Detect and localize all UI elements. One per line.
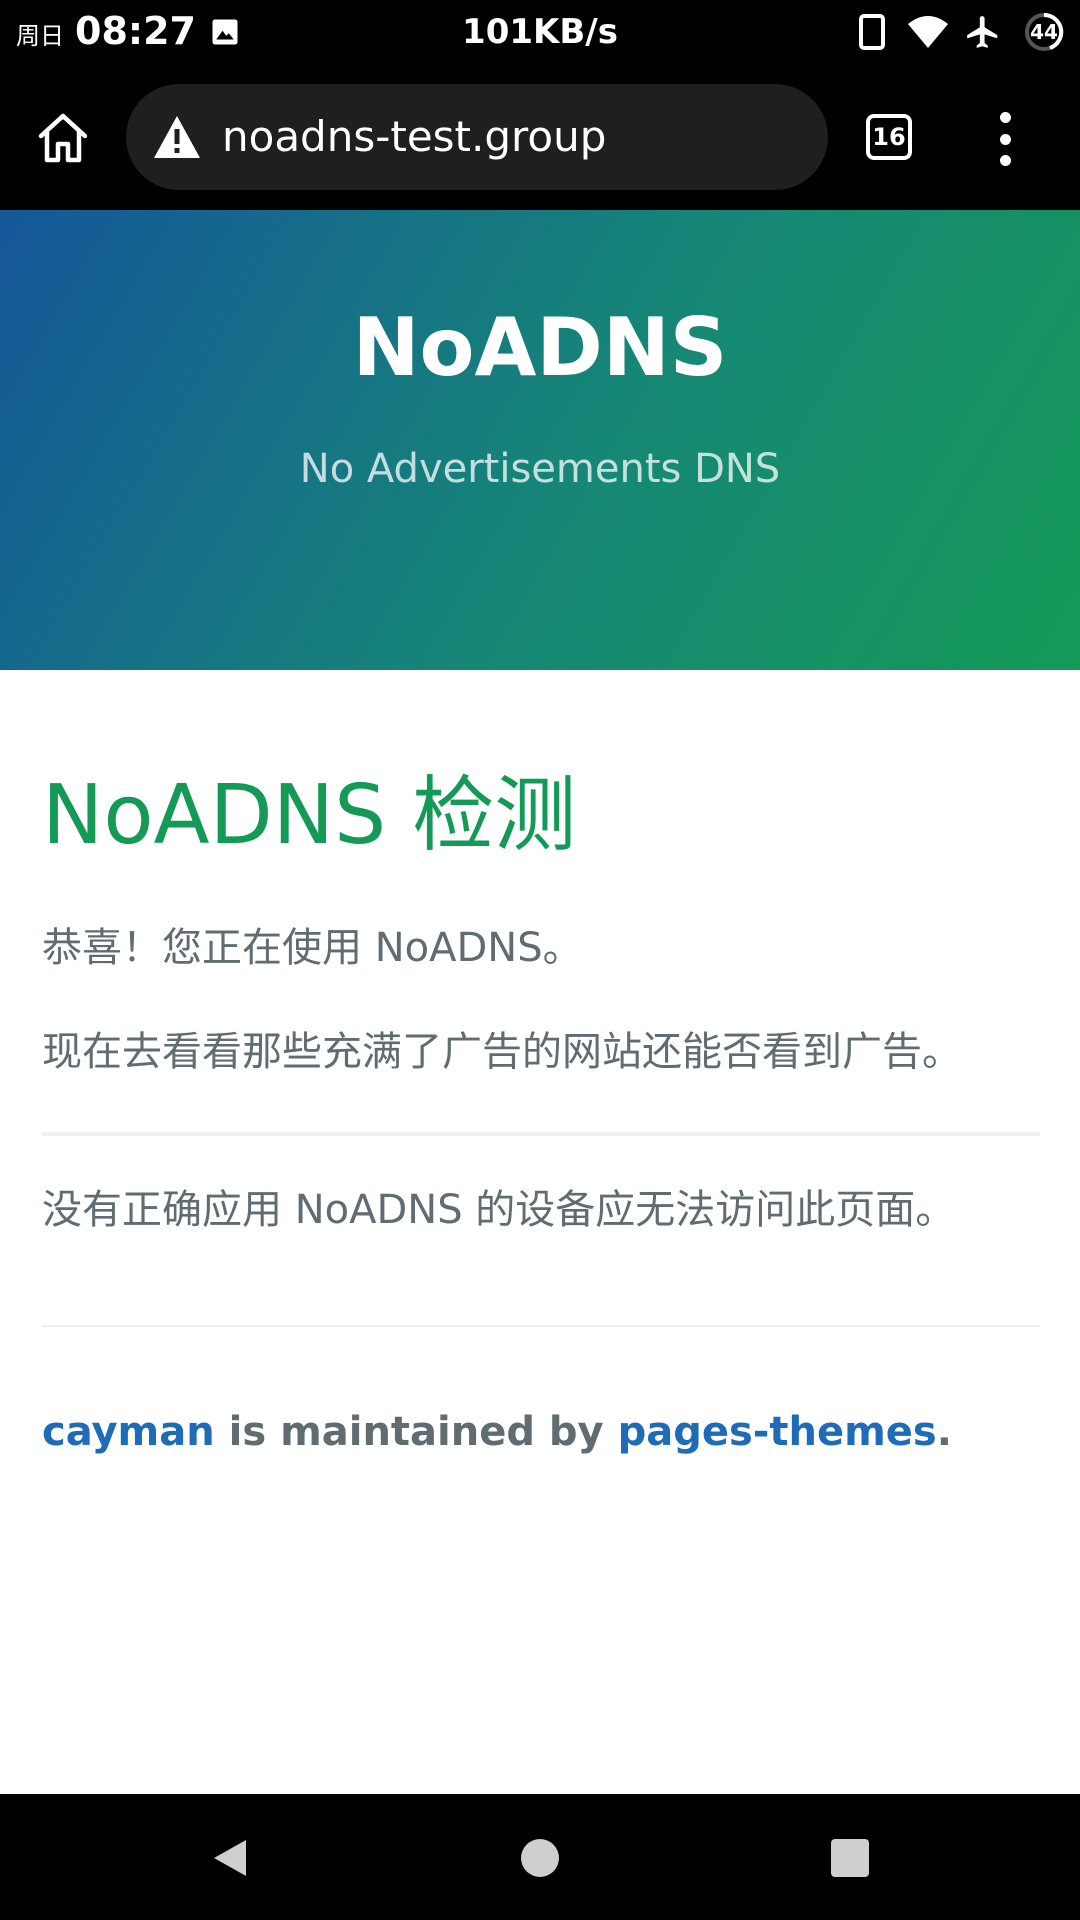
paragraph-congrats: 恭喜！您正在使用 NoADNS。 <box>42 925 583 971</box>
image-icon <box>212 19 238 45</box>
tab-count: 16 <box>872 123 906 151</box>
url-text[interactable]: noadns-test.group <box>222 110 606 164</box>
status-time: 08:27 <box>75 9 196 53</box>
browser-toolbar: noadns-test.group 16 <box>0 64 1080 210</box>
tabs-button[interactable]: 16 <box>866 114 912 160</box>
status-day: 周日 <box>16 22 64 50</box>
home-circle-icon[interactable] <box>512 1830 568 1886</box>
status-bar: 周日 08:27 101KB/s 44 <box>0 0 1080 64</box>
footer-divider <box>42 1325 1040 1327</box>
wifi-icon <box>908 16 948 48</box>
recents-icon[interactable] <box>822 1830 878 1886</box>
page-heading: NoADNS 检测 <box>42 768 577 863</box>
navigation-bar <box>0 1794 1080 1920</box>
warning-icon[interactable] <box>152 114 202 160</box>
url-bar[interactable]: noadns-test.group <box>126 84 828 190</box>
paragraph-instructions: 现在去看看那些充满了广告的网站还能否看到广告。 <box>42 1029 962 1075</box>
footer-period: . <box>936 1409 952 1455</box>
theme-link[interactable]: cayman <box>42 1409 215 1455</box>
vibrate-icon <box>859 14 885 50</box>
horizontal-rule <box>42 1132 1040 1136</box>
screen: 周日 08:27 101KB/s 44 noadns-test.group 16… <box>0 0 1080 1920</box>
battery-level: 44 <box>1030 20 1058 44</box>
home-icon <box>38 113 88 163</box>
project-name: NoADNS <box>352 301 728 394</box>
footer-text: is maintained by <box>214 1409 618 1455</box>
project-tagline: No Advertisements DNS <box>299 446 781 492</box>
network-speed: 101KB/s <box>462 12 618 52</box>
airplane-icon <box>967 16 998 48</box>
paragraph-warning: 没有正确应用 NoADNS 的设备应无法访问此页面。 <box>42 1187 956 1233</box>
author-link[interactable]: pages-themes <box>618 1409 937 1455</box>
home-button[interactable] <box>30 108 96 168</box>
site-footer: cayman is maintained by pages-themes. <box>42 1404 952 1460</box>
page-header: NoADNS No Advertisements DNS <box>0 210 1080 670</box>
back-icon[interactable] <box>202 1830 258 1886</box>
more-vert-icon[interactable] <box>990 112 1020 166</box>
